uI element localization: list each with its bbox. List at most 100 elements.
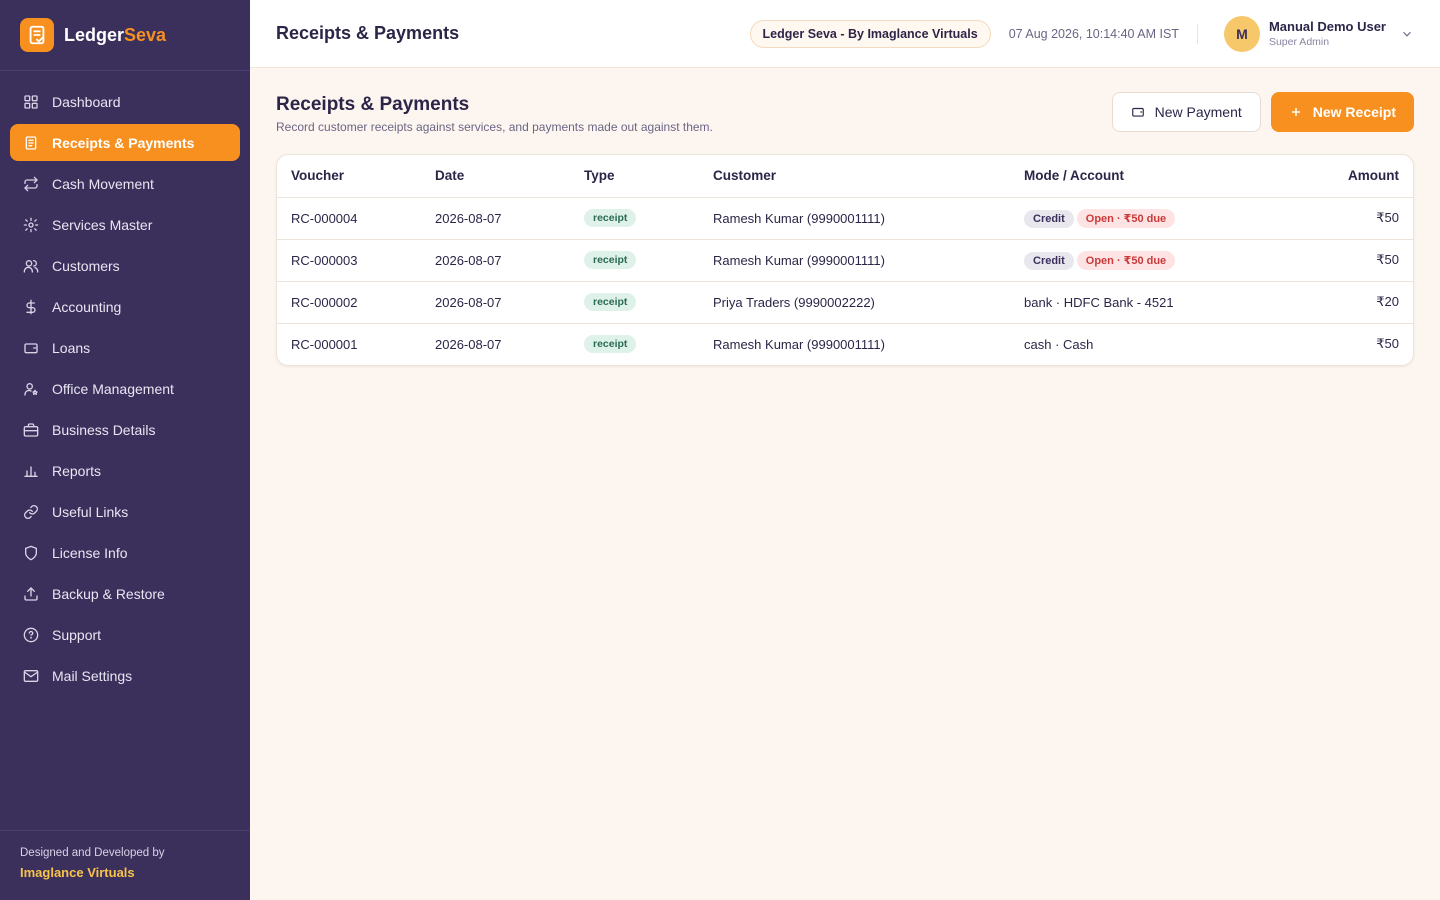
- sidebar-item-label: Office Management: [52, 380, 174, 397]
- due-badge: Open · ₹50 due: [1076, 208, 1176, 228]
- link-icon: [23, 504, 39, 520]
- sidebar-footer: Designed and Developed by Imaglance Virt…: [0, 830, 250, 900]
- cell-customer: Ramesh Kumar (9990001111): [699, 239, 1010, 282]
- brand[interactable]: LedgerSeva: [0, 0, 250, 71]
- sidebar-item-label: Support: [52, 626, 102, 643]
- help-circle-icon: [23, 627, 39, 643]
- cell-type: receipt: [570, 281, 699, 324]
- cell-voucher: RC-000001: [291, 336, 358, 352]
- bar-chart-icon: [23, 463, 39, 479]
- credit-badge: Credit: [1024, 209, 1074, 228]
- sidebar-item-label: Mail Settings: [52, 667, 133, 684]
- sidebar-item-receipts-payments[interactable]: Receipts & Payments: [10, 124, 240, 161]
- sidebar-item-label: Receipts & Payments: [52, 134, 195, 151]
- column-header-customer[interactable]: Customer: [699, 155, 1010, 198]
- document-icon: [23, 135, 39, 151]
- type-badge: receipt: [584, 209, 637, 227]
- sidebar-item-label: Useful Links: [52, 503, 129, 520]
- cell-type: receipt: [570, 197, 699, 240]
- cell-voucher: RC-000004: [277, 197, 421, 240]
- user-cog-icon: [23, 381, 39, 397]
- sidebar-item-label: Backup & Restore: [52, 585, 165, 602]
- table-header-row: Voucher Date Type Customer Mode / Accoun…: [277, 155, 1413, 198]
- column-header-type[interactable]: Type: [570, 155, 699, 198]
- sidebar-item-label: Cash Movement: [52, 175, 154, 192]
- mail-icon: [23, 668, 39, 684]
- users-icon: [23, 258, 39, 274]
- sidebar-item-office-management[interactable]: Office Management: [10, 370, 240, 407]
- credit-badge: Credit: [1024, 251, 1074, 270]
- due-badge: Open · ₹50 due: [1076, 250, 1176, 270]
- org-pill: Ledger Seva - By Imaglance Virtuals: [749, 19, 991, 48]
- wallet-icon: [1131, 107, 1144, 117]
- sidebar-item-reports[interactable]: Reports: [10, 452, 240, 489]
- cell-mode-account: bank · HDFC Bank - 4521: [1010, 281, 1290, 324]
- new-payment-label: New Payment: [1154, 104, 1242, 120]
- sidebar-item-services-master[interactable]: Services Master: [10, 206, 240, 243]
- cell-date: 2026-08-07: [421, 281, 570, 324]
- cell-date: 2026-08-07: [435, 336, 502, 352]
- new-receipt-button[interactable]: New Receipt: [1270, 92, 1414, 132]
- mode-account-text: bank · HDFC Bank - 4521: [1024, 294, 1174, 310]
- sidebar-item-cash-movement[interactable]: Cash Movement: [10, 165, 240, 202]
- sidebar-item-business-details[interactable]: Business Details: [10, 411, 240, 448]
- cell-date: 2026-08-07: [421, 239, 570, 282]
- cell-amount: ₹50: [1376, 336, 1399, 352]
- main-area: Receipts & Payments Ledger Seva - By Ima…: [250, 0, 1440, 900]
- page-subtitle: Record customer receipts against service…: [276, 120, 713, 134]
- sidebar-item-useful-links[interactable]: Useful Links: [10, 493, 240, 530]
- user-menu[interactable]: M Manual Demo User Super Admin: [1223, 15, 1414, 52]
- table-row[interactable]: RC-000001 2026-08-07 receipt Ramesh Kumar (…: [277, 323, 1413, 365]
- sidebar-item-mail-settings[interactable]: Mail Settings: [10, 657, 240, 694]
- sidebar-item-accounting[interactable]: Accounting: [10, 288, 240, 325]
- cell-type: receipt: [570, 323, 699, 365]
- sidebar-item-license-info[interactable]: License Info: [10, 534, 240, 571]
- column-header-date[interactable]: Date: [421, 155, 570, 198]
- wallet-icon: [23, 340, 39, 356]
- cell-date: 2026-08-07: [421, 197, 570, 240]
- sidebar-item-label: License Info: [52, 544, 128, 561]
- briefcase-icon: [23, 422, 39, 438]
- brand-name: LedgerSeva: [64, 24, 167, 45]
- column-header-voucher[interactable]: Voucher: [277, 155, 421, 198]
- new-receipt-label: New Receipt: [1312, 104, 1396, 120]
- sidebar-item-label: Services Master: [52, 216, 153, 233]
- mode-account-text: cash · Cash: [1024, 336, 1094, 352]
- sidebar-item-customers[interactable]: Customers: [10, 247, 240, 284]
- cell-customer: Ramesh Kumar (9990001111): [713, 336, 885, 352]
- sidebar-item-label: Dashboard: [52, 93, 121, 110]
- new-payment-button[interactable]: New Payment: [1111, 92, 1261, 132]
- sidebar-item-dashboard[interactable]: Dashboard: [10, 83, 240, 120]
- ledger-logo-icon: [20, 18, 54, 52]
- cell-amount: ₹20: [1289, 281, 1413, 324]
- column-header-mode[interactable]: Mode / Account: [1010, 155, 1290, 198]
- vouchers-table-card: Voucher Date Type Customer Mode / Accoun…: [276, 154, 1414, 366]
- cell-amount: ₹50: [1289, 239, 1413, 282]
- clock: 07 Aug 2026, 10:14:40 AM IST: [1009, 23, 1198, 44]
- type-badge: receipt: [584, 293, 637, 311]
- sidebar: LedgerSeva Dashboard Receipts & Payments C…: [0, 0, 250, 900]
- table-row[interactable]: RC-000003 2026-08-07 receipt Ramesh Kumar (…: [277, 239, 1413, 282]
- sidebar-item-label: Accounting: [52, 298, 122, 315]
- cell-amount: ₹50: [1289, 197, 1413, 240]
- cell-voucher: RC-000003: [277, 239, 421, 282]
- sidebar-item-loans[interactable]: Loans: [10, 329, 240, 366]
- sidebar-item-backup-restore[interactable]: Backup & Restore: [10, 575, 240, 612]
- sidebar-item-label: Customers: [52, 257, 120, 274]
- sidebar-item-support[interactable]: Support: [10, 616, 240, 653]
- sidebar-item-label: Reports: [52, 462, 102, 479]
- cell-customer: Priya Traders (9990002222): [699, 281, 1010, 324]
- table-row[interactable]: RC-000004 2026-08-07 receipt Ramesh Kumar (…: [277, 197, 1413, 240]
- content: Receipts & Payments Record customer rece…: [250, 68, 1440, 390]
- shield-icon: [23, 545, 39, 561]
- table-row[interactable]: RC-000002 2026-08-07 receipt Priya Traders …: [277, 281, 1413, 324]
- user-role: Super Admin: [1268, 36, 1330, 48]
- cell-mode-account: Credit Open · ₹50 due: [1010, 197, 1290, 240]
- cell-voucher: RC-000002: [277, 281, 421, 324]
- chevron-down-icon: [1403, 31, 1411, 37]
- column-header-amount[interactable]: Amount: [1289, 155, 1413, 198]
- sidebar-item-label: Business Details: [52, 421, 156, 438]
- grid-icon: [23, 94, 39, 110]
- avatar: M: [1223, 15, 1260, 52]
- cell-mode-account: cash · Cash: [1010, 323, 1290, 365]
